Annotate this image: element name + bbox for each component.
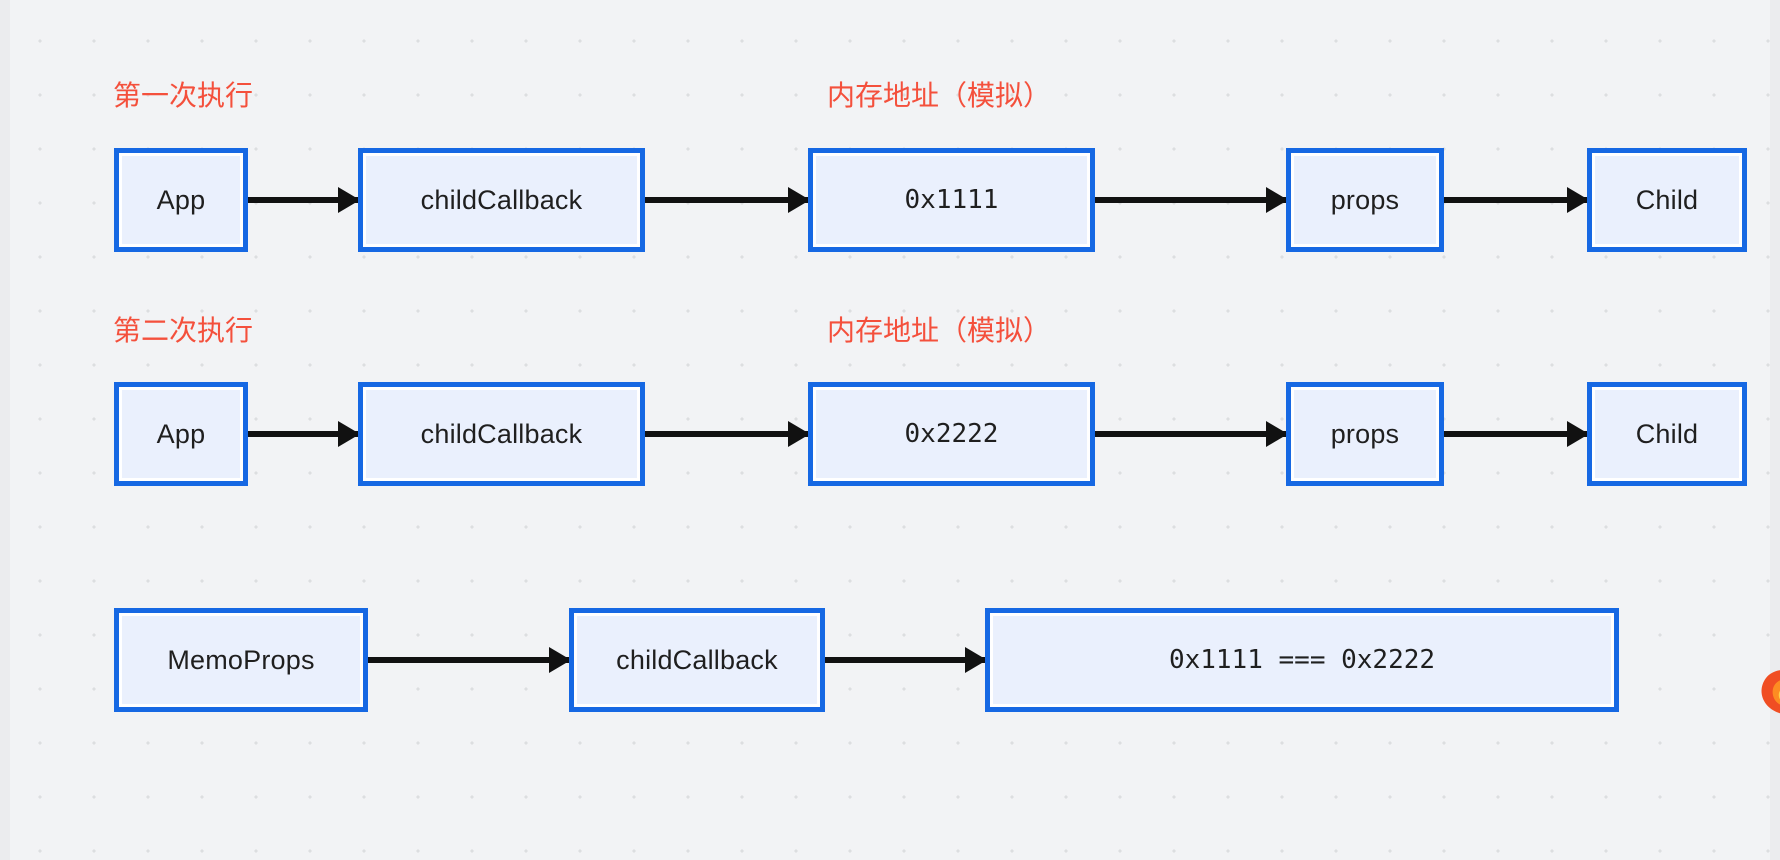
firefox-logo-icon: [1761, 670, 1780, 714]
node-app-row1[interactable]: App: [114, 148, 248, 252]
annotation-second-execution: 第二次执行: [113, 315, 254, 346]
arrow-app-to-callback-row2: [248, 431, 358, 437]
page-edge-left: [0, 0, 10, 860]
node-memoprops[interactable]: MemoProps: [114, 608, 368, 712]
node-memory-address-row1[interactable]: 0x1111: [808, 148, 1095, 252]
node-props-row1[interactable]: props: [1286, 148, 1444, 252]
node-app-row2[interactable]: App: [114, 382, 248, 486]
node-childcallback-row1[interactable]: childCallback: [358, 148, 645, 252]
arrow-callback-to-comparison: [825, 657, 985, 663]
arrow-address-to-props-row1: [1095, 197, 1286, 203]
node-address-comparison[interactable]: 0x1111 === 0x2222: [985, 608, 1619, 712]
node-childcallback-row3[interactable]: childCallback: [569, 608, 825, 712]
arrow-props-to-child-row2: [1444, 431, 1587, 437]
arrow-memoprops-to-callback: [368, 657, 569, 663]
node-child-row2[interactable]: Child: [1587, 382, 1747, 486]
arrow-address-to-props-row2: [1095, 431, 1286, 437]
diagram-canvas: 第一次执行 内存地址（模拟） App childCallback 0x1111 …: [0, 0, 1780, 860]
node-memory-address-row2[interactable]: 0x2222: [808, 382, 1095, 486]
annotation-memory-address-row2: 内存地址（模拟）: [827, 315, 1052, 346]
arrow-app-to-callback-row1: [248, 197, 358, 203]
node-child-row1[interactable]: Child: [1587, 148, 1747, 252]
arrow-callback-to-address-row2: [645, 431, 808, 437]
node-props-row2[interactable]: props: [1286, 382, 1444, 486]
arrow-callback-to-address-row1: [645, 197, 808, 203]
annotation-first-execution: 第一次执行: [113, 80, 254, 111]
node-childcallback-row2[interactable]: childCallback: [358, 382, 645, 486]
arrow-props-to-child-row1: [1444, 197, 1587, 203]
page-edge-right: [1770, 0, 1780, 860]
annotation-memory-address-row1: 内存地址（模拟）: [827, 80, 1052, 111]
